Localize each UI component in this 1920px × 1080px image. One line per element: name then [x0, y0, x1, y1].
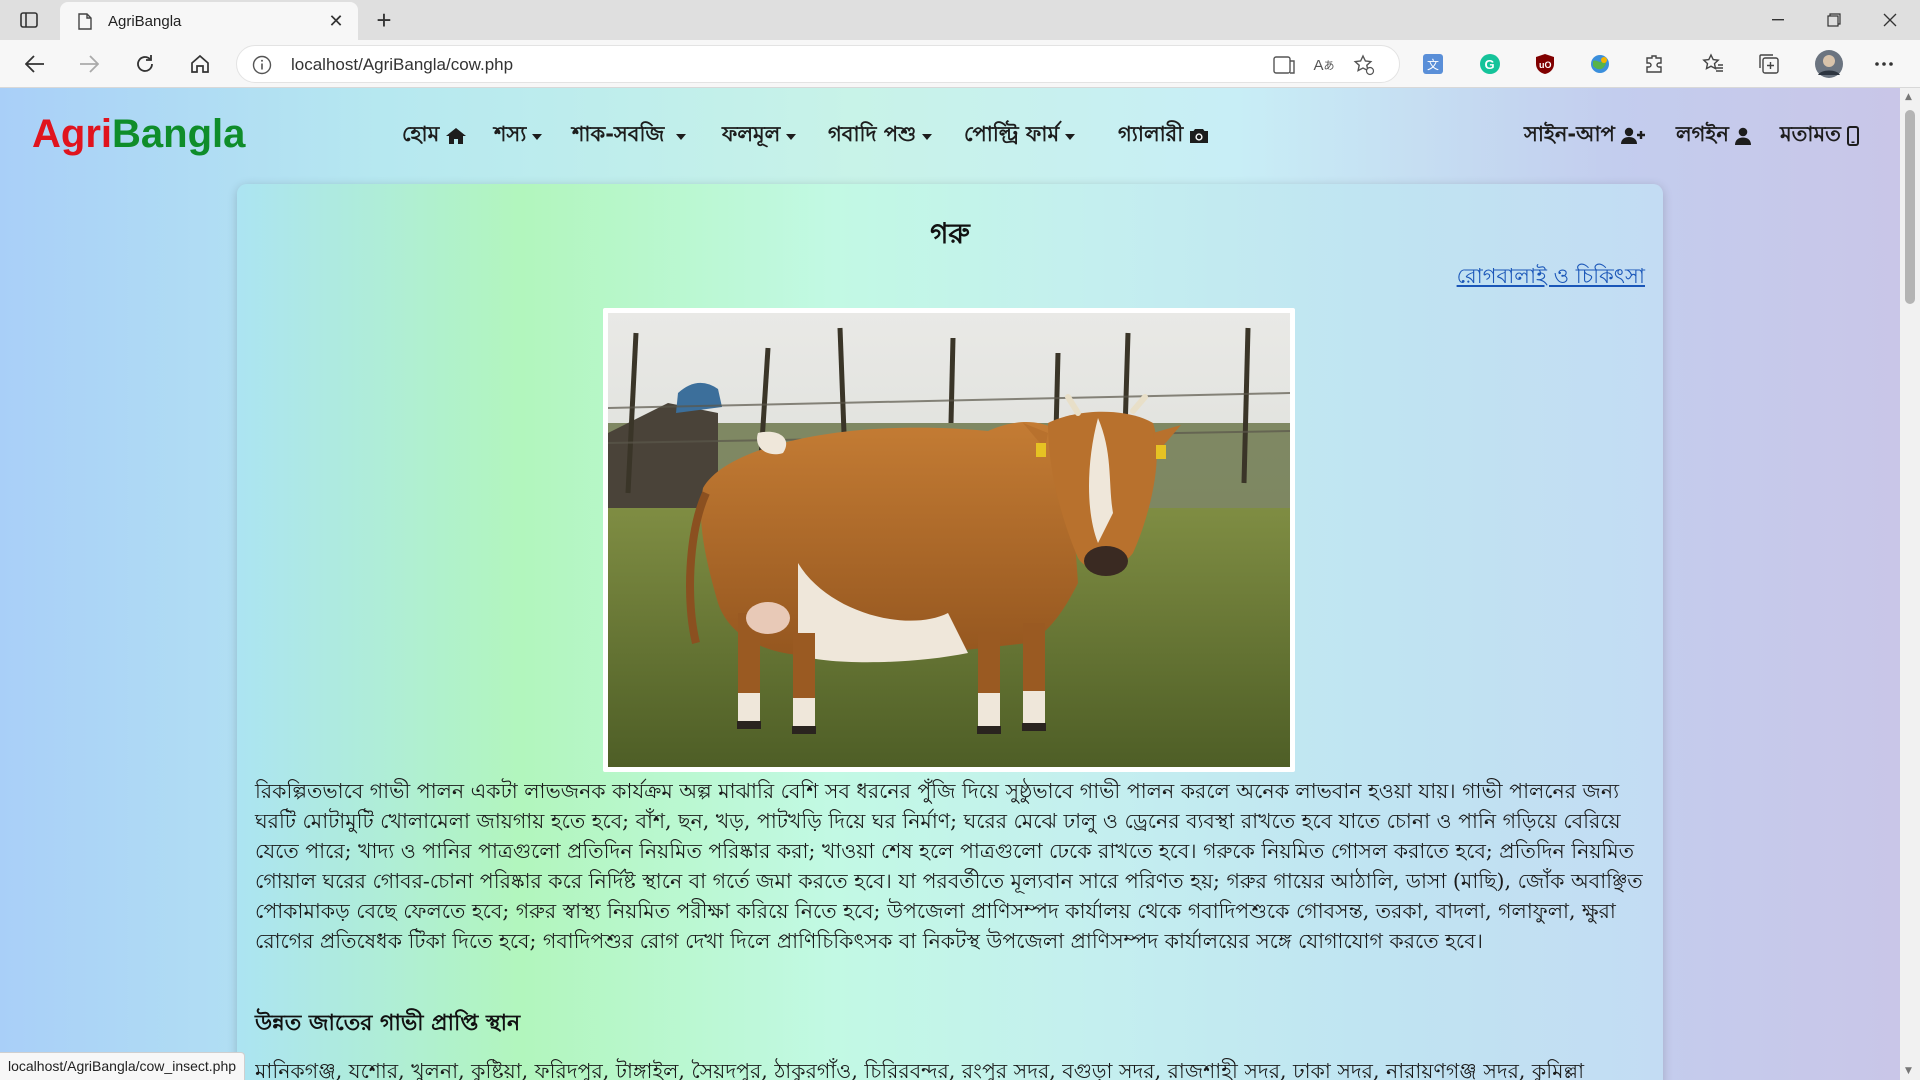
favorite-add-icon[interactable]: [1351, 52, 1377, 78]
page-title: গরু: [930, 217, 970, 250]
scrollbar-thumb[interactable]: [1905, 110, 1915, 304]
scroll-down-icon[interactable]: ▼: [1905, 1066, 1912, 1076]
browser-tab-bar: AgriBangla ✕ +: [0, 0, 1920, 40]
forward-icon[interactable]: [72, 48, 106, 80]
content-card: গরু রোগবালাই ও চিকিৎসা রিকল্পিতভাবে গাভী…: [237, 184, 1663, 1080]
restore-icon[interactable]: [1806, 0, 1862, 40]
site-info-icon[interactable]: [251, 54, 273, 76]
favorites-icon[interactable]: [1700, 51, 1726, 77]
address-bar[interactable]: localhost/AgriBangla/cow.php Aあ: [236, 45, 1400, 83]
chevron-down-icon: [676, 133, 687, 140]
home-icon[interactable]: [183, 48, 217, 80]
nav-livestock-dropdown[interactable]: গবাদি পশু: [828, 118, 933, 153]
translate-icon[interactable]: Aあ: [1311, 52, 1337, 78]
nav-home[interactable]: হোম: [402, 118, 467, 153]
ublock-icon[interactable]: uO: [1532, 51, 1558, 77]
back-icon[interactable]: [18, 48, 52, 80]
nav-home-label: হোম: [402, 122, 440, 146]
cow-photo: [603, 308, 1295, 772]
nav-livestock-label: গবাদি পশু: [828, 122, 917, 146]
nav-feedback[interactable]: মতামত: [1780, 118, 1859, 153]
browser-tab-active[interactable]: AgriBangla ✕: [60, 2, 358, 40]
chevron-down-icon: [532, 133, 543, 140]
page-scrollbar[interactable]: ▲ ▼: [1900, 88, 1920, 1080]
chevron-down-icon: [1065, 133, 1076, 140]
svg-text:G: G: [1485, 57, 1495, 72]
nav-login-label: লগইন: [1676, 122, 1729, 146]
logo-agri: Agri: [32, 112, 112, 156]
new-tab-button[interactable]: +: [370, 5, 398, 35]
translate-extension-icon[interactable]: 文: [1420, 51, 1446, 77]
url-text: localhost/AgriBangla/cow.php: [291, 55, 514, 74]
nav-gallery-label: গ্যালারী: [1118, 122, 1184, 146]
chevron-down-icon: [922, 133, 933, 140]
close-window-icon[interactable]: [1862, 0, 1918, 40]
nav-fruits-label: ফলমূল: [722, 122, 781, 146]
profile-avatar-icon[interactable]: [1813, 48, 1845, 80]
cow-image: [607, 313, 1291, 767]
camera-icon: [1189, 127, 1209, 144]
collections-icon[interactable]: [1756, 51, 1782, 77]
site-navbar: AgriBangla হোম শস্য শাক-সবজি ফলমূল গবাদি…: [0, 88, 1900, 176]
care-paragraph: রিকল্পিতভাবে গাভী পালন একটা লাভজনক কার্য…: [255, 779, 1643, 953]
nav-poultry-label: পোল্ট্রি ফার্ম: [964, 122, 1060, 146]
minimize-icon[interactable]: [1750, 0, 1806, 40]
nav-signup-label: সাইন-আপ: [1524, 122, 1615, 146]
breed-source-paragraph: মানিকগঞ্জ, যশোর, খুলনা, কুষ্টিয়া, ফরিদপ…: [255, 1059, 1585, 1080]
nav-poultry-dropdown[interactable]: পোল্ট্রি ফার্ম: [964, 118, 1076, 153]
nav-vegetables-label: শাক-সবজি: [572, 122, 665, 146]
breed-source-heading: উন্নত জাতের গাভী প্রাপ্তি স্থান: [255, 1011, 521, 1036]
web-page: AgriBangla হোম শস্য শাক-সবজি ফলমূল গবাদি…: [0, 88, 1900, 1080]
close-tab-icon[interactable]: ✕: [326, 11, 346, 32]
more-menu-icon[interactable]: [1871, 51, 1897, 77]
chevron-down-icon: [786, 133, 797, 140]
user-plus-icon: [1620, 127, 1647, 145]
tab-title: AgriBangla: [108, 12, 182, 30]
site-logo[interactable]: AgriBangla: [32, 112, 245, 157]
mobile-phone-icon: [1846, 125, 1859, 146]
page-icon: [76, 12, 94, 30]
svg-text:文: 文: [1427, 57, 1439, 72]
scroll-up-icon[interactable]: ▲: [1905, 92, 1912, 102]
grammarly-icon[interactable]: G: [1477, 51, 1503, 77]
nav-gallery[interactable]: গ্যালারী: [1118, 118, 1209, 153]
link-status-bar: localhost/AgriBangla/cow_insect.php: [0, 1052, 246, 1080]
nav-feedback-label: মতামত: [1780, 122, 1841, 146]
extensions-icon[interactable]: [1642, 51, 1668, 77]
user-icon: [1734, 127, 1751, 145]
svg-text:uO: uO: [1539, 60, 1552, 70]
nav-crops-label: শস্য: [494, 122, 527, 146]
disease-treatment-link[interactable]: রোগবালাই ও চিকিৎসা: [1457, 260, 1645, 295]
nav-fruits-dropdown[interactable]: ফলমূল: [722, 118, 797, 153]
reader-view-icon[interactable]: [1271, 52, 1297, 78]
nav-login[interactable]: লগইন: [1676, 118, 1751, 153]
globe-extension-icon[interactable]: [1587, 51, 1613, 77]
home-nav-icon: [445, 127, 467, 145]
nav-signup[interactable]: সাইন-আপ: [1524, 118, 1647, 153]
refresh-icon[interactable]: [128, 48, 162, 80]
browser-toolbar: localhost/AgriBangla/cow.php Aあ 文 G uO: [0, 40, 1920, 88]
tab-actions-icon[interactable]: [16, 8, 42, 32]
logo-bangla: Bangla: [112, 112, 246, 156]
nav-vegetables-dropdown[interactable]: শাক-সবজি: [572, 118, 687, 153]
nav-crops-dropdown[interactable]: শস্য: [494, 118, 543, 153]
